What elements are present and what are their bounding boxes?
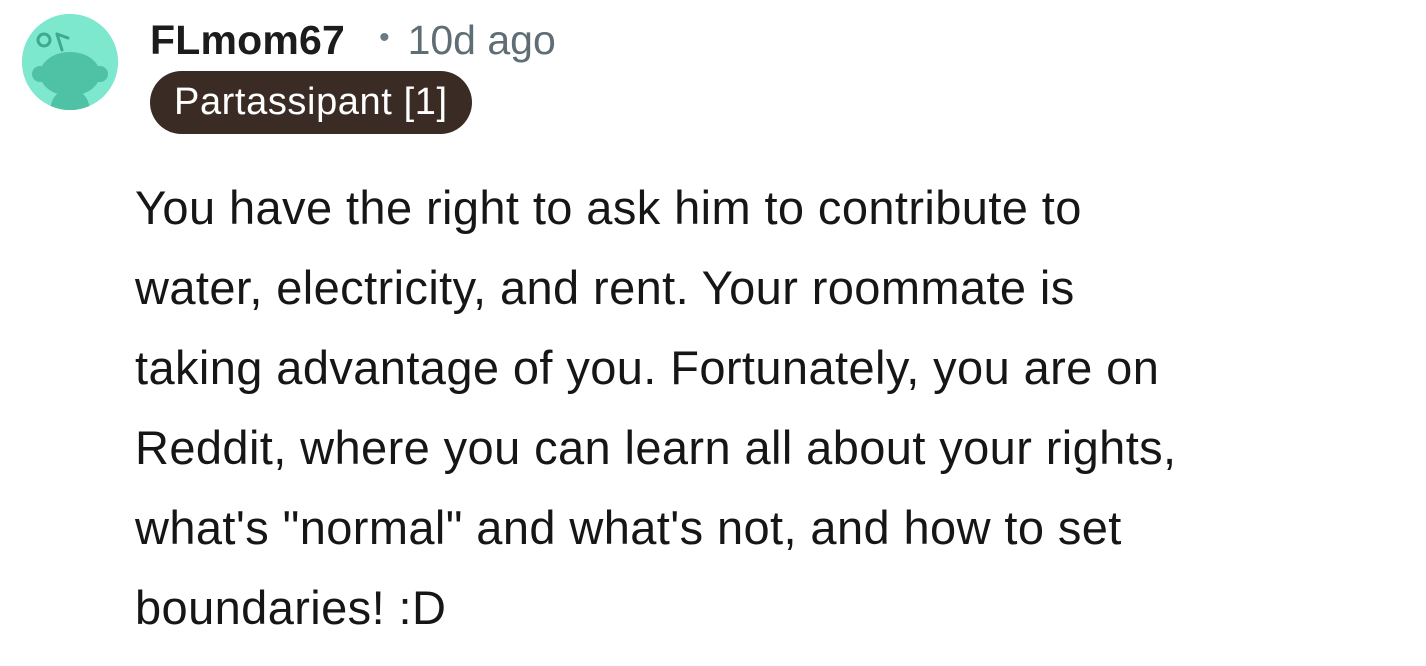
comment-body: You have the right to ask him to contrib… <box>135 168 1415 648</box>
comment-timestamp[interactable]: 10d ago <box>408 17 556 64</box>
comment-line: Reddit, where you can learn all about yo… <box>135 421 1177 474</box>
comment-line: what's "normal" and what's not, and how … <box>135 501 1122 554</box>
username-link[interactable]: FLmom67 <box>150 17 345 64</box>
comment-line: boundaries! :D <box>135 581 447 634</box>
comment-line: taking advantage of you. Fortunately, yo… <box>135 341 1160 394</box>
user-flair-badge: Partassipant [1] <box>150 71 472 134</box>
separator-dot: • <box>379 21 390 54</box>
user-avatar[interactable] <box>22 14 118 110</box>
snoo-avatar-icon <box>22 14 118 110</box>
comment-line: water, electricity, and rent. Your roomm… <box>135 261 1075 314</box>
comment-line: You have the right to ask him to contrib… <box>135 181 1082 234</box>
comment-header: FLmom67 • 10d ago <box>150 12 556 68</box>
